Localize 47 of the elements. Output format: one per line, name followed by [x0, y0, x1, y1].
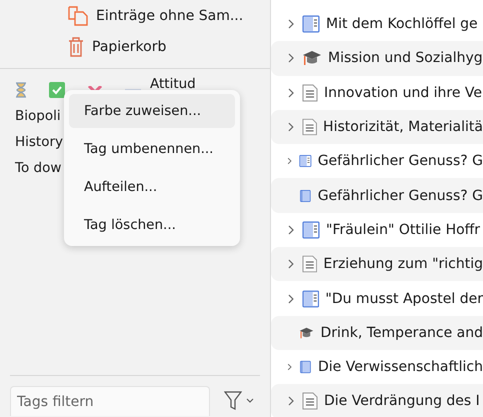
collection-item[interactable]: Einträge ohne Sam...	[96, 8, 244, 24]
item-title: Die Verdrängung des I	[324, 393, 480, 410]
document-icon	[302, 255, 318, 274]
graduation-cap-icon	[302, 49, 322, 68]
item-title: Innovation und ihre Ve	[324, 84, 482, 101]
item-title: "Du musst Apostel der	[325, 290, 483, 307]
chevron-icon[interactable]	[286, 86, 296, 99]
item-row[interactable]: Drink, Temperance and	[271, 316, 483, 350]
tag-item[interactable]: Attitud	[150, 76, 196, 92]
book-icon	[302, 290, 320, 308]
chevron-icon[interactable]	[286, 224, 296, 236]
item-row[interactable]: Die Verdrängung des I	[271, 384, 483, 417]
document-icon	[302, 392, 318, 410]
book-icon	[302, 220, 320, 239]
tag-filter-field[interactable]: Tags filtern	[10, 386, 210, 416]
menu-item[interactable]: Tag löschen...	[69, 208, 235, 242]
item-row[interactable]: Historizität, Materialitä	[271, 110, 483, 144]
book-icon	[302, 15, 320, 34]
document-icon	[302, 84, 318, 102]
item-title: Historizität, Materialitä	[323, 119, 483, 136]
check-icon[interactable]	[49, 82, 65, 98]
item-title: Drink, Temperance and	[320, 324, 483, 341]
chevron-icon[interactable]	[286, 395, 296, 408]
item-title: Gefährlicher Genuss? G	[318, 153, 483, 170]
item-row[interactable]: Gefährlicher Genuss? G	[271, 178, 483, 213]
item-row[interactable]: Erziehung zum "richtig	[271, 247, 483, 282]
collection-item[interactable]: Papierkorb	[92, 38, 166, 54]
caret-icon[interactable]	[246, 398, 254, 404]
chevron-icon[interactable]	[286, 292, 296, 305]
item-title: Die Verwissenschaftlich	[318, 359, 483, 376]
chevron-icon[interactable]	[286, 18, 296, 30]
filter-button[interactable]	[224, 391, 254, 411]
item-title: Gefährlicher Genuss? G	[318, 188, 483, 204]
chevron-icon[interactable]	[286, 258, 296, 270]
chevron-icon[interactable]	[286, 52, 296, 64]
item-title: Mission und Sozialhyg	[328, 50, 483, 66]
item-row[interactable]: Mission und Sozialhyg	[271, 41, 483, 76]
menu-item[interactable]: Farbe zuweisen...	[69, 94, 235, 128]
documents-icon	[68, 6, 88, 26]
menu-item[interactable]: Tag umbenennen...	[69, 132, 235, 166]
chevron-icon[interactable]	[286, 121, 296, 134]
item-title: Erziehung zum "richtig	[323, 256, 483, 272]
item-title: Mit dem Kochlöffel ge	[326, 16, 478, 32]
trash-icon	[68, 36, 84, 56]
item-title: "Fräulein" Ottilie Hoffr	[326, 222, 480, 238]
document-icon	[302, 118, 318, 136]
menu-item[interactable]: Aufteilen...	[69, 170, 235, 204]
